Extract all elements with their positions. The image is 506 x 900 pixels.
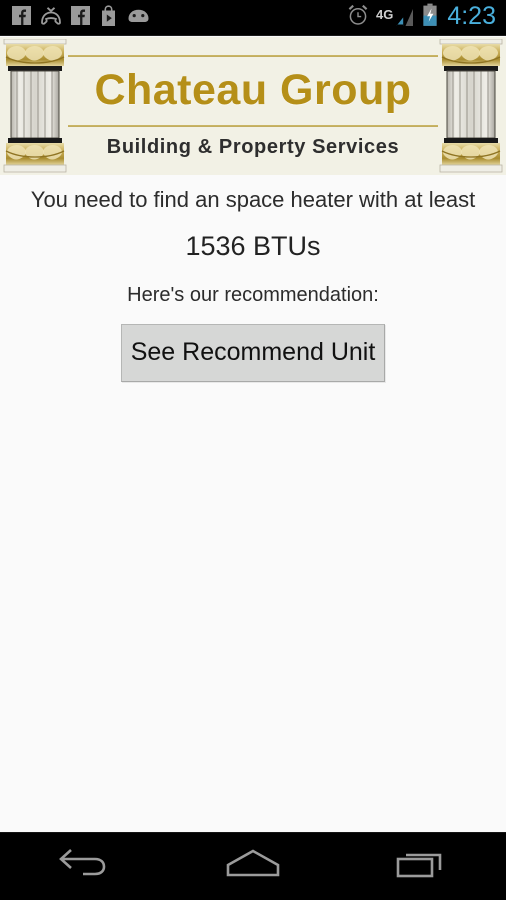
network-type-label: 4G <box>375 6 394 22</box>
logo-rule-top <box>68 55 438 57</box>
nav-recents-button[interactable] <box>367 833 477 900</box>
home-icon <box>224 847 282 886</box>
signal-bars-icon: 4G <box>376 7 415 29</box>
facebook-notification-icon <box>12 5 31 30</box>
status-bar[interactable]: 4G 4:23 <box>0 0 506 36</box>
btu-value-text: 1536 BTUs <box>185 231 321 262</box>
status-bar-notification-icons <box>0 4 150 31</box>
logo-tagline: Building & Property Services <box>106 136 400 158</box>
decorative-column-left-icon <box>2 38 68 173</box>
battery-charging-icon <box>422 3 438 32</box>
see-recommend-unit-button[interactable]: See Recommend Unit <box>121 323 385 382</box>
decorative-column-right-icon <box>438 38 504 173</box>
logo-text-block: Chateau Group Building & Property Servic… <box>68 37 438 175</box>
back-arrow-icon <box>57 847 111 886</box>
missed-call-icon <box>40 6 62 30</box>
nav-home-button[interactable] <box>198 833 308 900</box>
headline-text: You need to find an space heater with at… <box>30 187 476 212</box>
app-logo-banner: Chateau Group Building & Property Servic… <box>0 37 506 175</box>
logo-title: Chateau Group <box>94 66 412 114</box>
phone-screen: 4G 4:23 Chateau Group Building & Propert… <box>0 0 506 900</box>
main-content: You need to find an space heater with at… <box>0 175 506 832</box>
recommendation-label: Here's our recommendation: <box>127 283 379 306</box>
android-system-icon <box>127 8 150 28</box>
nav-back-button[interactable] <box>29 833 139 900</box>
facebook-notification-icon-2 <box>71 5 90 30</box>
status-bar-system-icons: 4G 4:23 <box>347 3 506 32</box>
status-bar-clock: 4:23 <box>447 2 496 30</box>
android-navigation-bar <box>0 832 506 900</box>
alarm-clock-icon <box>347 4 369 31</box>
play-store-icon <box>99 4 118 31</box>
logo-rule-bottom <box>68 125 438 127</box>
recent-apps-icon <box>395 847 449 886</box>
